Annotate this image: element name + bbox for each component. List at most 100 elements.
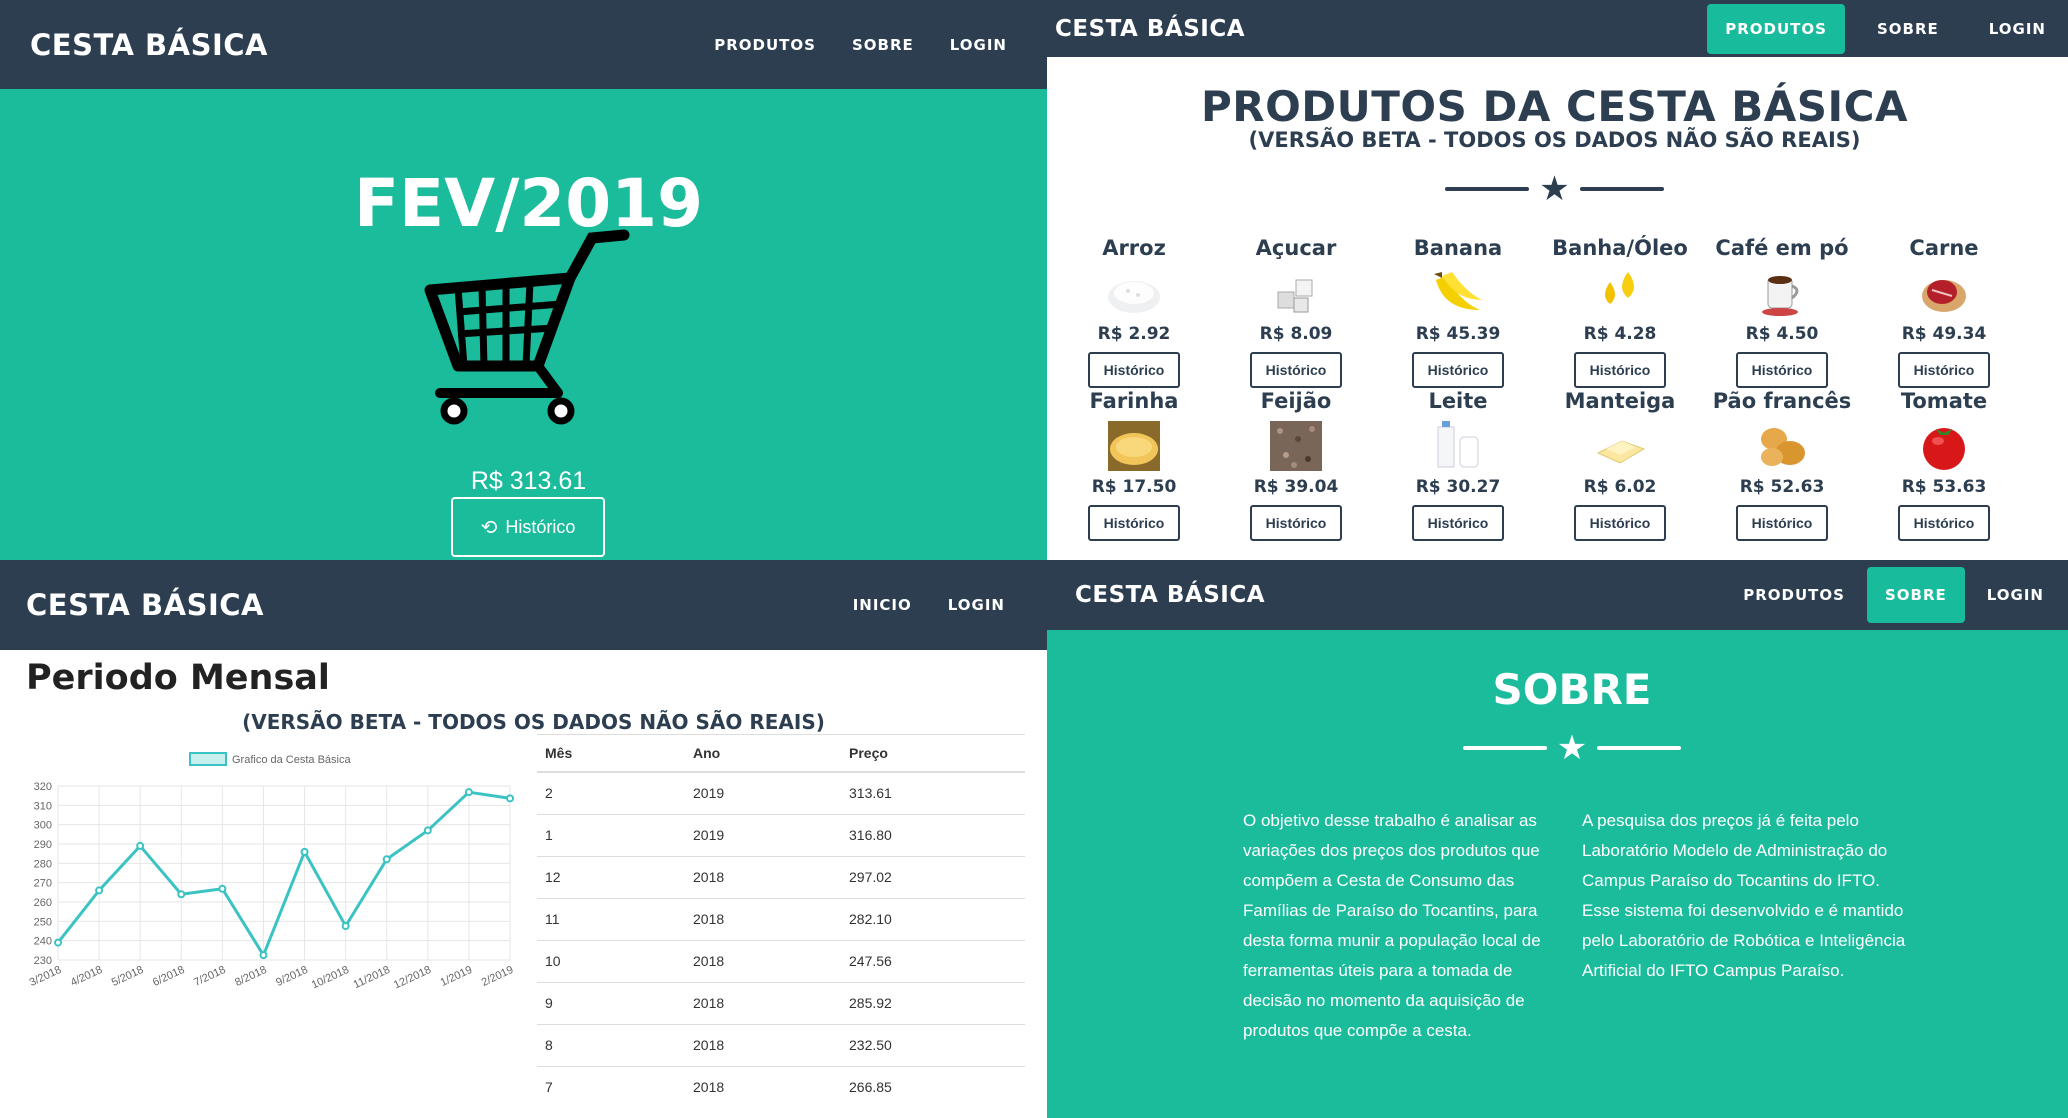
table-row: 12 2018 297.02	[537, 855, 1025, 898]
nav-produtos[interactable]: PRODUTOS	[696, 0, 834, 89]
table-row: 8 2018 232.50	[537, 1023, 1025, 1066]
table-row: 9 2018 285.92	[537, 981, 1025, 1024]
x-tick-label: 5/2018	[110, 964, 146, 989]
history-button[interactable]: Histórico	[1412, 352, 1504, 388]
data-point	[423, 826, 432, 835]
product-card: Arroz R$ 2.92 Histórico	[1053, 236, 1215, 388]
x-tick-label: 11/2018	[352, 964, 392, 991]
y-tick-label: 270	[34, 878, 52, 890]
legend-label: Grafico da Cesta Básica	[232, 754, 351, 766]
table-row: 7 2018 266.85	[537, 1065, 1025, 1108]
cell-year: 2018	[685, 981, 841, 1024]
product-name: Banana	[1413, 236, 1503, 260]
product-name: Pão francês	[1712, 389, 1852, 413]
cell-price: 297.02	[841, 855, 1025, 898]
product-name: Café em pó	[1715, 236, 1849, 260]
page-title: SOBRE	[1492, 665, 1652, 714]
table-row: 11 2018 282.10	[537, 897, 1025, 940]
brand-logo[interactable]: CESTA BÁSICA	[1075, 582, 1265, 608]
product-card: Leite R$ 30.27 Histórico	[1377, 389, 1539, 541]
brand-logo[interactable]: CESTA BÁSICA	[26, 588, 264, 622]
page-title: Periodo Mensal	[26, 658, 330, 698]
data-point	[259, 951, 268, 960]
nav-inicio[interactable]: INICIO	[835, 560, 930, 650]
cell-price: 285.92	[841, 981, 1025, 1024]
product-price: R$ 4.28	[1583, 324, 1657, 344]
brand-logo[interactable]: CESTA BÁSICA	[1055, 16, 1245, 42]
page-subtitle: (VERSÃO BETA - TODOS OS DADOS NÃO SÃO RE…	[242, 710, 825, 734]
produtos-navbar: CESTA BÁSICA PRODUTOS SOBRE LOGIN	[1047, 0, 2068, 57]
table-header-row: Mês Ano Preço	[537, 734, 1025, 773]
y-tick-label: 310	[34, 800, 52, 812]
cell-month: 8	[537, 1023, 685, 1066]
history-button[interactable]: Histórico	[1574, 352, 1666, 388]
history-button[interactable]: Histórico	[1736, 505, 1828, 541]
data-point	[218, 884, 227, 893]
product-name: Manteiga	[1564, 389, 1676, 413]
produtos-panel: CESTA BÁSICA PRODUTOS SOBRE LOGIN PRODUT…	[1047, 0, 2068, 560]
cell-price: 282.10	[841, 897, 1025, 940]
banana-icon	[1430, 266, 1486, 320]
cell-price: 247.56	[841, 939, 1025, 982]
nav-sobre[interactable]: SOBRE	[834, 0, 932, 89]
history-button[interactable]: Histórico	[1574, 505, 1666, 541]
history-button[interactable]: Histórico	[1088, 352, 1180, 388]
tomato-icon	[1916, 419, 1972, 473]
product-price: R$ 53.63	[1901, 477, 1987, 497]
x-tick-label: 7/2018	[192, 964, 228, 989]
x-tick-label: 2/2019	[480, 964, 516, 989]
cell-month: 1	[537, 813, 685, 856]
nav-produtos[interactable]: PRODUTOS	[1707, 3, 1845, 54]
history-button[interactable]: Histórico	[1412, 505, 1504, 541]
history-button[interactable]: Histórico	[1898, 505, 1990, 541]
product-name: Farinha	[1089, 389, 1179, 413]
bread-icon	[1754, 419, 1810, 473]
sobre-panel: CESTA BÁSICA PRODUTOS SOBRE LOGIN SOBRE …	[1047, 560, 2068, 1118]
history-button[interactable]: Histórico	[1088, 505, 1180, 541]
sobre-navbar: CESTA BÁSICA PRODUTOS SOBRE LOGIN	[1047, 560, 2068, 630]
product-price: R$ 8.09	[1259, 324, 1333, 344]
nav-login[interactable]: LOGIN	[1971, 4, 2064, 54]
cell-month: 12	[537, 855, 685, 898]
oil-icon	[1592, 266, 1648, 320]
column-header: Preço	[841, 734, 1025, 773]
x-tick-label: 1/2019	[439, 964, 475, 989]
cell-month: 2	[537, 771, 685, 814]
nav-produtos[interactable]: PRODUTOS	[1725, 567, 1863, 623]
y-tick-label: 230	[34, 955, 52, 967]
nav-sobre[interactable]: SOBRE	[1859, 4, 1957, 54]
x-tick-label: 12/2018	[392, 964, 433, 992]
milk-icon	[1430, 419, 1486, 473]
nav-login[interactable]: LOGIN	[1969, 567, 2062, 623]
nav-login[interactable]: LOGIN	[932, 0, 1025, 89]
star-icon: ★	[1556, 729, 1588, 767]
meat-icon	[1916, 266, 1972, 320]
history-button[interactable]: Histórico	[1250, 505, 1342, 541]
cell-year: 2019	[685, 813, 841, 856]
y-tick-label: 240	[34, 936, 52, 948]
sugar-icon	[1268, 266, 1324, 320]
product-price: R$ 6.02	[1583, 477, 1657, 497]
rice-icon	[1106, 266, 1162, 320]
product-price: R$ 39.04	[1253, 477, 1339, 497]
history-button[interactable]: Histórico	[1250, 352, 1342, 388]
product-name: Feijão	[1260, 389, 1332, 413]
product-card: Açucar R$ 8.09 Histórico	[1215, 236, 1377, 388]
about-paragraph-right: A pesquisa dos preços já é feita pelo La…	[1582, 811, 1906, 980]
table-row: 10 2018 247.56	[537, 939, 1025, 982]
cell-year: 2018	[685, 1065, 841, 1108]
history-button-label: Histórico	[505, 516, 576, 537]
product-card: Carne R$ 49.34 Histórico	[1863, 236, 2025, 388]
brand-logo[interactable]: CESTA BÁSICA	[30, 28, 268, 62]
nav-login[interactable]: LOGIN	[930, 560, 1023, 650]
product-name: Tomate	[1900, 389, 1988, 413]
history-button[interactable]: ⟲ Histórico	[451, 497, 605, 557]
table-row: 2 2019 313.61	[537, 771, 1025, 814]
cell-month: 11	[537, 897, 685, 940]
nav-sobre[interactable]: SOBRE	[1866, 567, 1965, 623]
history-button[interactable]: Histórico	[1898, 352, 1990, 388]
product-card: Banana R$ 45.39 Histórico	[1377, 236, 1539, 388]
history-button[interactable]: Histórico	[1736, 352, 1828, 388]
data-point	[95, 886, 104, 895]
y-tick-label: 250	[34, 916, 52, 928]
